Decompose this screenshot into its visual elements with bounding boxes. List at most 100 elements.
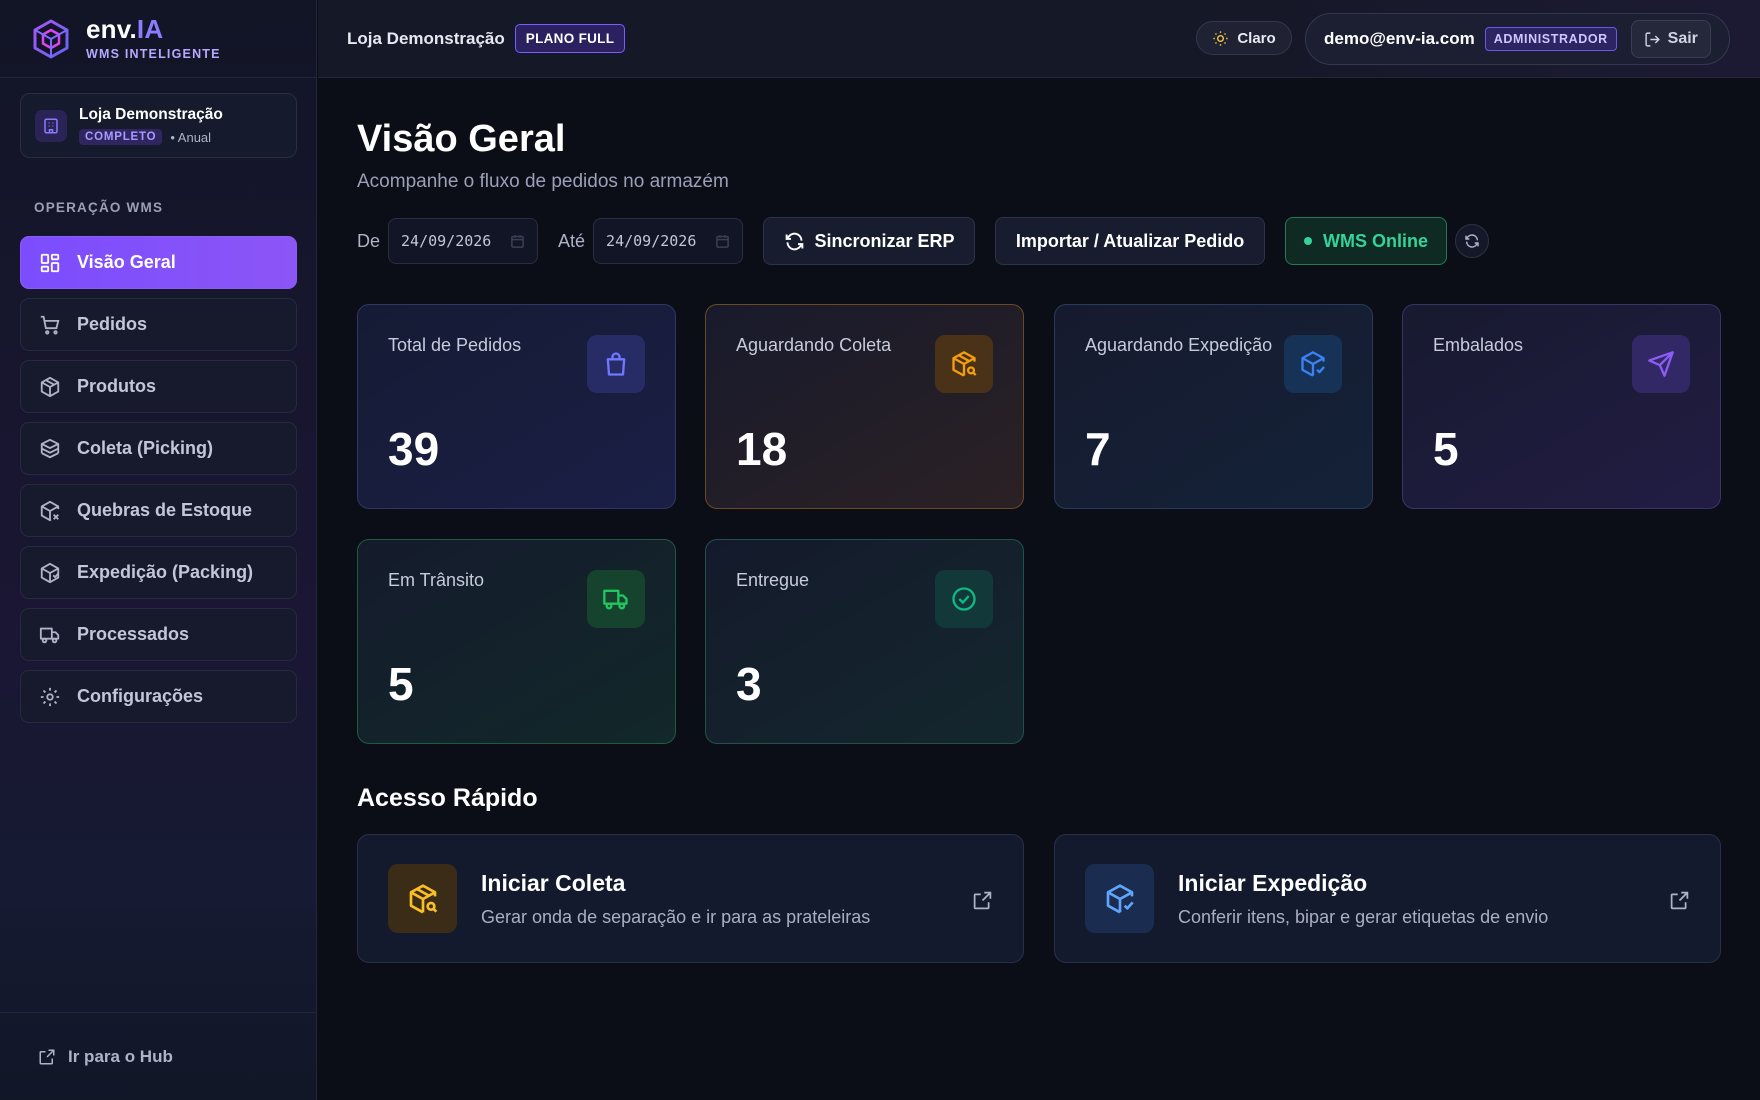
- external-link-icon: [1670, 891, 1689, 910]
- nav-section-label: OPERAÇÃO WMS: [34, 200, 164, 215]
- quick-item-title: Iniciar Expedição: [1178, 869, 1368, 896]
- stat-card-entregue[interactable]: Entregue 3: [705, 539, 1024, 744]
- box-check-icon: [1284, 335, 1342, 393]
- hub-link[interactable]: Ir para o Hub: [0, 1012, 317, 1100]
- store-name: Loja Demonstração: [79, 106, 223, 123]
- import-order-button[interactable]: Importar / Atualizar Pedido: [995, 217, 1266, 265]
- sidebar-item-label: Quebras de Estoque: [77, 500, 253, 520]
- sync-erp-label: Sincronizar ERP: [814, 230, 955, 251]
- sidebar-item-label: Configurações: [77, 686, 204, 706]
- external-link-icon: [39, 1049, 55, 1064]
- theme-toggle-button[interactable]: Claro: [1196, 21, 1292, 55]
- store-card[interactable]: Loja Demonstração COMPLETO • Anual: [20, 93, 297, 158]
- wms-status-label: WMS Online: [1323, 230, 1429, 251]
- plan-period: • Anual: [170, 129, 212, 145]
- topbar-store-name: Loja Demonstração: [347, 28, 505, 48]
- building-icon: [35, 109, 67, 142]
- box-check-icon: [1085, 864, 1154, 933]
- logout-icon: [1645, 31, 1660, 47]
- sidebar-item-quebras[interactable]: Quebras de Estoque: [20, 484, 297, 537]
- toolbar: De 24/09/2026 Até 24/09/2026 Sincronizar…: [357, 217, 1490, 265]
- sidebar-item-produtos[interactable]: Produtos: [20, 360, 297, 413]
- status-dot-icon: [1304, 237, 1313, 245]
- cube-logo-icon: [33, 19, 69, 58]
- brand-subtitle: WMS INTELIGENTE: [86, 47, 221, 61]
- stat-card-expedicao[interactable]: Aguardando Expedição 7: [1054, 304, 1373, 509]
- sidebar-item-configuracoes[interactable]: Configurações: [20, 670, 297, 723]
- truck-icon: [587, 570, 645, 628]
- box-search-icon: [935, 335, 993, 393]
- box-x-icon: [40, 500, 60, 521]
- quick-access-title: Acesso Rápido: [357, 784, 538, 812]
- sidebar-item-expedicao[interactable]: Expedição (Packing): [20, 546, 297, 599]
- wms-status-button[interactable]: WMS Online: [1285, 217, 1448, 265]
- sync-icon: [785, 232, 803, 250]
- truck-icon: [39, 627, 60, 643]
- date-from-label: De: [357, 230, 381, 251]
- sidebar-item-label: Visão Geral: [77, 252, 176, 272]
- import-order-label: Importar / Atualizar Pedido: [1015, 230, 1245, 251]
- date-from-value: 24/09/2026: [401, 232, 492, 250]
- sync-erp-button[interactable]: Sincronizar ERP: [763, 217, 976, 265]
- stat-value: 7: [1085, 423, 1111, 475]
- quick-start-coleta[interactable]: Iniciar Coleta Gerar onda de separação e…: [357, 834, 1024, 963]
- stat-value: 3: [736, 658, 762, 710]
- plan-badge: PLANO FULL: [514, 24, 626, 53]
- topbar: Loja Demonstração PLANO FULL Claro demo@…: [318, 0, 1760, 78]
- gear-icon: [40, 687, 60, 706]
- brand-name: env.IA: [86, 14, 164, 44]
- date-from-input[interactable]: 24/09/2026: [388, 218, 539, 264]
- user-email: demo@env-ia.com: [1324, 29, 1475, 48]
- sidebar-item-label: Produtos: [77, 376, 156, 396]
- sidebar-item-coleta[interactable]: Coleta (Picking): [20, 422, 297, 475]
- date-to-label: Até: [558, 230, 586, 251]
- dashboard-icon: [40, 253, 60, 272]
- refresh-button[interactable]: [1455, 224, 1490, 258]
- stat-value: 18: [736, 423, 788, 475]
- role-badge: ADMINISTRADOR: [1484, 27, 1617, 51]
- logout-label: Sair: [1667, 30, 1698, 47]
- brand[interactable]: env.IA WMS INTELIGENTE: [0, 0, 316, 78]
- logout-button[interactable]: Sair: [1630, 20, 1711, 58]
- sidebar-item-pedidos[interactable]: Pedidos: [20, 298, 297, 351]
- date-to-input[interactable]: 24/09/2026: [593, 218, 744, 264]
- cart-icon: [40, 315, 60, 334]
- quick-item-desc: Gerar onda de separação e ir para as pra…: [481, 906, 871, 927]
- sidebar-item-processados[interactable]: Processados: [20, 608, 297, 661]
- hub-link-label: Ir para o Hub: [68, 1046, 173, 1066]
- box-icon: [40, 376, 60, 397]
- bag-icon: [587, 335, 645, 393]
- sidebar: env.IA WMS INTELIGENTE Loja Demonstração…: [0, 0, 317, 1100]
- page-title: Visão Geral: [357, 118, 566, 160]
- sidebar-item-visao-geral[interactable]: Visão Geral: [20, 236, 297, 289]
- quick-start-expedicao[interactable]: Iniciar Expedição Conferir itens, bipar …: [1054, 834, 1721, 963]
- sidebar-nav: Visão Geral Pedidos Produtos Coleta (Pic…: [20, 236, 297, 732]
- boxes-icon: [40, 438, 60, 458]
- refresh-icon: [1465, 234, 1479, 248]
- check-circle-icon: [935, 570, 993, 628]
- stat-card-total[interactable]: Total de Pedidos 39: [357, 304, 676, 509]
- stat-value: 5: [388, 658, 414, 710]
- theme-toggle-label: Claro: [1237, 29, 1276, 47]
- external-link-icon: [973, 891, 992, 910]
- stat-card-embalados[interactable]: Embalados 5: [1402, 304, 1721, 509]
- quick-item-desc: Conferir itens, bipar e gerar etiquetas …: [1178, 906, 1549, 927]
- send-icon: [1632, 335, 1690, 393]
- package-icon: [40, 562, 60, 583]
- box-search-icon: [388, 864, 457, 933]
- stat-value: 5: [1433, 423, 1459, 475]
- user-menu: demo@env-ia.com ADMINISTRADOR Sair: [1305, 13, 1730, 65]
- calendar-icon: [716, 235, 729, 248]
- calendar-icon: [511, 235, 524, 248]
- page-subtitle: Acompanhe o fluxo de pedidos no armazém: [357, 171, 729, 192]
- plan-status-badge: COMPLETO: [79, 129, 163, 145]
- stat-card-transito[interactable]: Em Trânsito 5: [357, 539, 676, 744]
- stat-value: 39: [388, 423, 440, 475]
- sidebar-item-label: Pedidos: [77, 314, 148, 334]
- sidebar-item-label: Processados: [77, 624, 190, 644]
- quick-item-title: Iniciar Coleta: [481, 869, 626, 896]
- stat-card-coleta[interactable]: Aguardando Coleta 18: [705, 304, 1024, 509]
- sidebar-item-label: Expedição (Packing): [77, 562, 254, 582]
- sun-icon: [1213, 30, 1228, 46]
- date-to-value: 24/09/2026: [606, 232, 697, 250]
